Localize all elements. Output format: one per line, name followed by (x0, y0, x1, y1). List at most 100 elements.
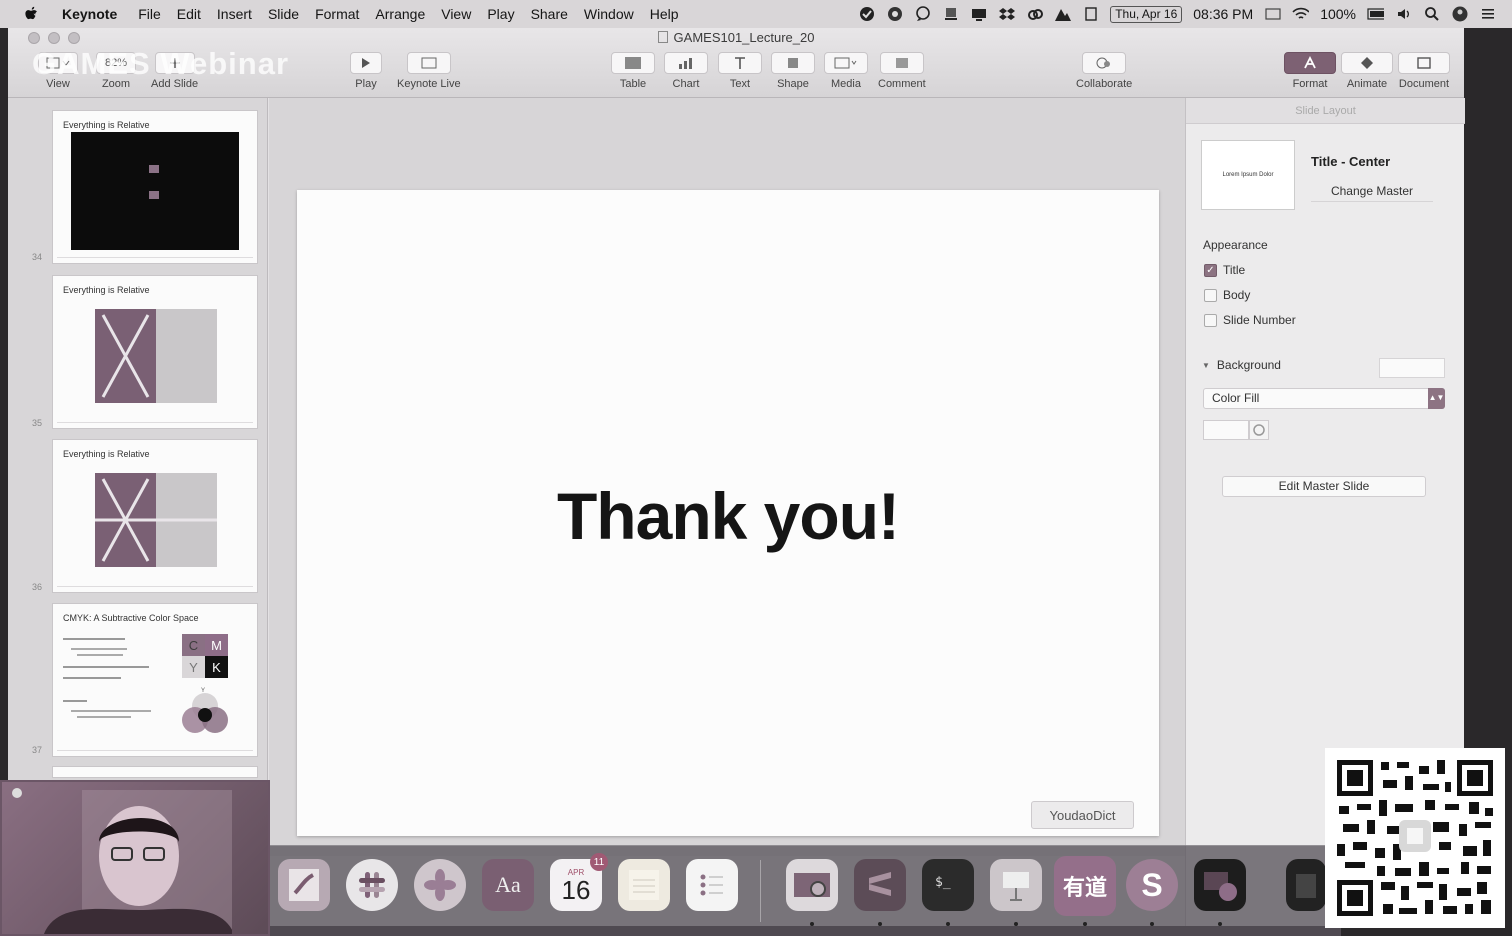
slide-number-checkbox-row[interactable]: Slide Number (1204, 313, 1296, 327)
shape-button[interactable] (771, 52, 815, 74)
collaborate-tool[interactable]: Collaborate (1076, 52, 1132, 90)
slide-canvas[interactable]: Thank you! (269, 98, 1185, 856)
status-chat-icon[interactable] (914, 6, 931, 23)
youdao-app-icon[interactable]: 有道 (1054, 856, 1116, 916)
keynote-app-icon[interactable] (990, 859, 1042, 911)
media-tool[interactable]: Media (824, 52, 868, 90)
format-button[interactable] (1284, 52, 1336, 74)
slide-thumbnail-body-text (63, 638, 151, 718)
fill-type-select[interactable]: Color Fill ▲▼ (1203, 388, 1445, 409)
slack-app-icon[interactable] (346, 859, 398, 911)
master-slide-thumbnail[interactable]: Lorem Ipsum Dolor (1201, 140, 1295, 210)
menu-file[interactable]: File (130, 6, 169, 22)
media-button[interactable] (824, 52, 868, 74)
menu-app-name[interactable]: Keynote (54, 6, 130, 22)
image-capture-app-icon[interactable] (786, 859, 838, 911)
sublime-text-app-icon[interactable] (854, 859, 906, 911)
current-slide[interactable]: Thank you! (297, 190, 1159, 836)
dictionary-app-icon[interactable]: Aa (482, 859, 534, 911)
chart-button[interactable] (664, 52, 708, 74)
menu-format[interactable]: Format (307, 6, 367, 22)
table-tool[interactable]: Table (611, 52, 655, 90)
slide-thumbnail[interactable]: CMYK: A Subtractive Color Space C M Y K (52, 603, 258, 757)
menu-view[interactable]: View (433, 6, 479, 22)
menu-slide[interactable]: Slide (260, 6, 307, 22)
document-button[interactable] (1398, 52, 1450, 74)
status-monitor-icon[interactable] (970, 6, 987, 23)
menu-insert[interactable]: Insert (209, 6, 260, 22)
animate-tool[interactable]: Animate (1341, 52, 1393, 90)
menu-arrange[interactable]: Arrange (367, 6, 433, 22)
user-avatar-icon[interactable] (1451, 6, 1468, 23)
comment-tool[interactable]: Comment (878, 52, 926, 90)
status-circle-icon[interactable] (886, 6, 903, 23)
menu-help[interactable]: Help (642, 6, 687, 22)
wifi-icon[interactable] (1292, 6, 1310, 23)
battery-icon[interactable] (1367, 6, 1384, 23)
color-well[interactable] (1203, 420, 1249, 440)
status-upload-icon[interactable] (942, 6, 959, 23)
menu-share[interactable]: Share (523, 6, 576, 22)
status-clipboard-icon[interactable] (1082, 6, 1099, 23)
background-disclosure[interactable]: ▼ Background (1202, 358, 1281, 372)
shape-tool[interactable]: Shape (771, 52, 815, 90)
slide-thumbnail[interactable]: Everything is Relative (52, 110, 258, 264)
collaborate-button[interactable] (1082, 52, 1127, 74)
play-tool[interactable]: Play (350, 52, 382, 90)
youdao-dict-tag[interactable]: YoudaoDict (1031, 801, 1134, 829)
preview-app-icon[interactable] (278, 859, 330, 911)
mountain-icon[interactable] (1054, 6, 1072, 23)
collaborate-label: Collaborate (1076, 78, 1133, 90)
volume-icon[interactable] (1395, 6, 1412, 23)
menu-window[interactable]: Window (576, 6, 642, 22)
table-button[interactable] (611, 52, 655, 74)
date-display[interactable]: Thu, Apr 16 (1110, 5, 1183, 23)
reminders-app-icon[interactable] (686, 859, 738, 911)
trash-or-folder-app-icon[interactable] (1286, 859, 1326, 911)
title-checkbox[interactable]: ✓ (1204, 263, 1217, 277)
format-tool[interactable]: Format (1284, 52, 1336, 90)
keynote-live-button[interactable] (406, 52, 451, 74)
skype-app-icon[interactable]: S (1126, 859, 1178, 911)
slide-thumbnail[interactable]: Everything is Relative (52, 439, 258, 593)
body-checkbox-row[interactable]: Body (1204, 288, 1250, 302)
notes-app-icon[interactable] (618, 859, 670, 911)
master-slide-name: Title - Center (1311, 154, 1391, 169)
screen-recorder-app-icon[interactable] (1194, 859, 1246, 911)
running-indicator (1150, 922, 1154, 926)
color-wheel-icon[interactable] (1249, 420, 1269, 440)
spotlight-search-icon[interactable] (1423, 6, 1440, 23)
slide-thumbnail[interactable]: Everything is Relative (52, 275, 258, 429)
keyboard-icon[interactable] (1264, 6, 1281, 23)
text-button[interactable] (718, 52, 762, 74)
menu-edit[interactable]: Edit (169, 6, 209, 22)
slide-title-text[interactable]: Thank you! (297, 478, 1159, 554)
text-tool[interactable]: Text (718, 52, 762, 90)
time-display[interactable]: 08:36 PM (1193, 6, 1253, 22)
keynote-live-tool[interactable]: Keynote Live (397, 52, 461, 90)
slide-thumbnail-title: Everything is Relative (63, 449, 150, 459)
edit-master-slide-button[interactable]: Edit Master Slide (1222, 476, 1426, 497)
comment-button[interactable] (879, 52, 924, 74)
running-indicator (946, 922, 950, 926)
document-tool[interactable]: Document (1398, 52, 1450, 90)
creative-cloud-icon[interactable] (1026, 6, 1043, 23)
dropbox-icon[interactable] (998, 6, 1015, 23)
title-checkbox-row[interactable]: ✓ Title (1204, 263, 1245, 277)
background-color-swatch[interactable] (1379, 358, 1445, 378)
menu-play[interactable]: Play (479, 6, 522, 22)
notification-center-icon[interactable] (1479, 6, 1496, 23)
slide-thumbnail[interactable] (52, 766, 258, 778)
status-app-icon[interactable] (858, 6, 875, 23)
slide-number-checkbox[interactable] (1204, 313, 1217, 327)
body-checkbox[interactable] (1204, 288, 1217, 302)
play-button[interactable] (350, 52, 382, 74)
apple-menu-icon[interactable] (22, 4, 42, 24)
change-master-button[interactable]: Change Master (1311, 180, 1433, 202)
calendar-app-icon[interactable]: APR 16 11 (550, 853, 608, 911)
chart-tool[interactable]: Chart (664, 52, 708, 90)
animate-button[interactable] (1341, 52, 1393, 74)
terminal-app-icon[interactable]: $_ (922, 859, 974, 911)
photos-app-icon[interactable] (414, 859, 466, 911)
battery-percent[interactable]: 100% (1320, 6, 1356, 22)
